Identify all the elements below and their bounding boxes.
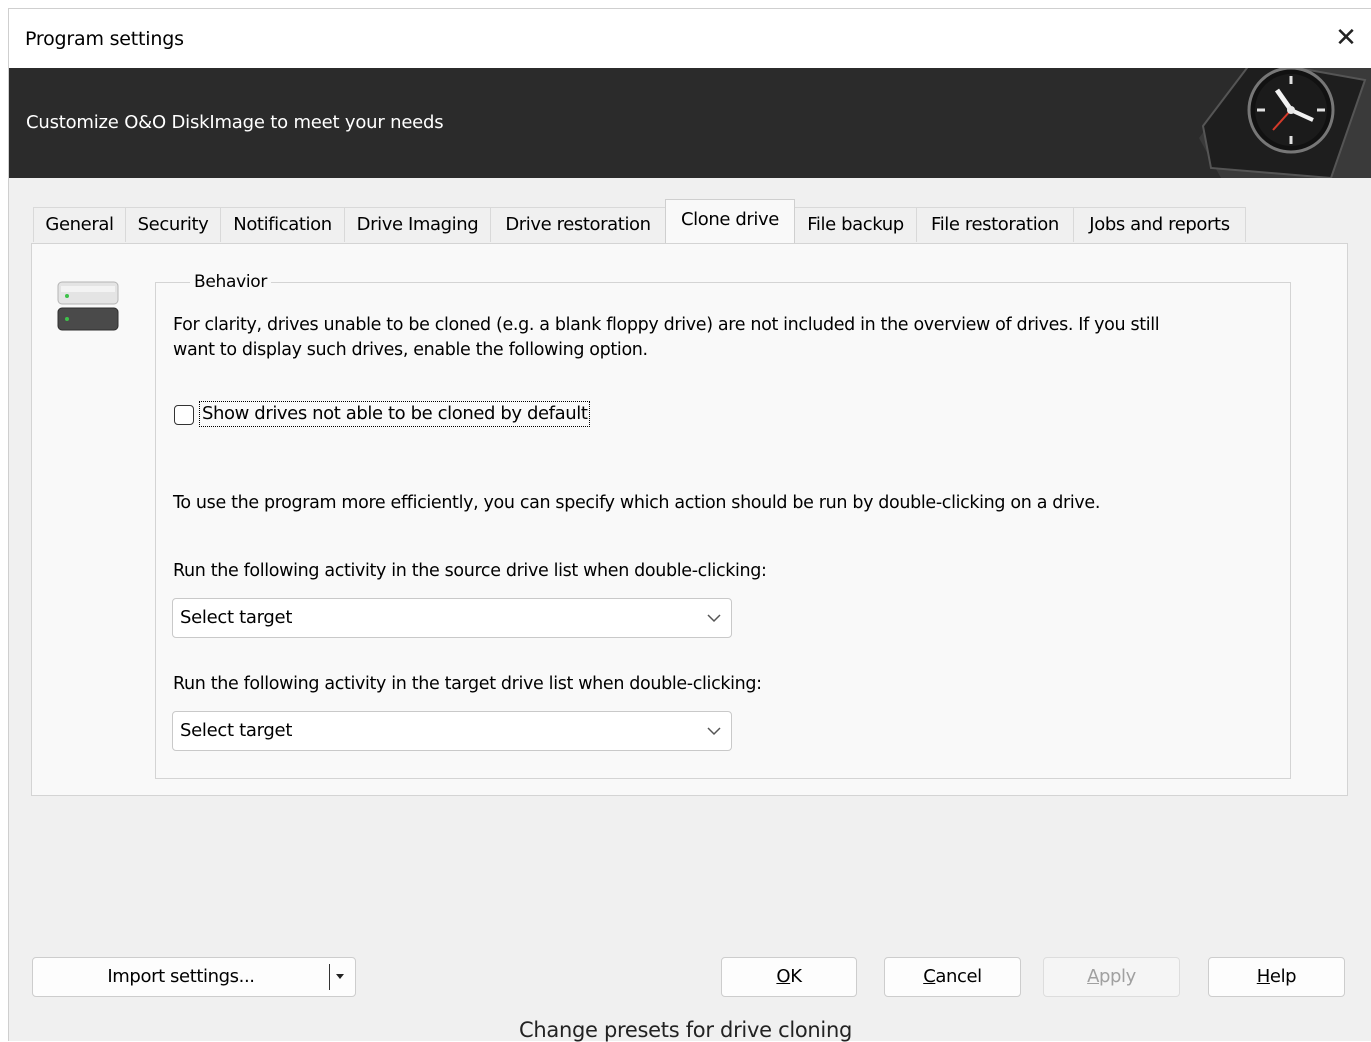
cancel-mnemonic: C	[923, 966, 936, 987]
efficiency-text: To use the program more efficiently, you…	[173, 493, 1101, 513]
source-action-value: Select target	[180, 607, 293, 628]
close-icon[interactable]: ✕	[1331, 23, 1361, 53]
help-label-rest: elp	[1269, 966, 1297, 987]
chevron-down-icon	[707, 727, 721, 736]
source-action-dropdown[interactable]: Select target	[172, 598, 732, 638]
help-mnemonic: H	[1256, 966, 1271, 987]
title-bar: Program settings ✕	[9, 9, 1371, 69]
tab-notification[interactable]: Notification	[220, 207, 345, 242]
info-text-line2: want to display such drives, enable the …	[173, 340, 648, 360]
apply-button[interactable]: Apply	[1043, 957, 1180, 997]
tab-general[interactable]: General	[33, 207, 126, 242]
window-title: Program settings	[25, 28, 184, 50]
drive-icon	[57, 281, 119, 331]
target-action-dropdown[interactable]: Select target	[172, 711, 732, 751]
tab-file-restoration[interactable]: File restoration	[916, 207, 1074, 242]
clock-icon	[1199, 68, 1371, 178]
program-settings-dialog: Program settings ✕ Customize O&O DiskIma…	[8, 8, 1371, 1041]
tab-file-backup[interactable]: File backup	[794, 207, 917, 242]
tab-drive-imaging[interactable]: Drive Imaging	[344, 207, 491, 242]
target-action-value: Select target	[180, 720, 293, 741]
info-text-line1: For clarity, drives unable to be cloned …	[173, 315, 1160, 335]
tab-clone-drive[interactable]: Clone drive	[665, 199, 795, 243]
show-drives-checkbox-label[interactable]: Show drives not able to be cloned by def…	[198, 401, 591, 427]
import-settings-button[interactable]: Import settings...	[32, 957, 356, 997]
figure-caption: Change presets for drive cloning	[519, 1018, 852, 1042]
ok-label-rest: K	[790, 966, 802, 987]
help-button[interactable]: Help	[1208, 957, 1345, 997]
apply-mnemonic: A	[1087, 966, 1099, 987]
behavior-legend: Behavior	[190, 272, 272, 292]
chevron-down-icon	[707, 614, 721, 623]
import-settings-label: Import settings...	[107, 966, 255, 987]
header-banner: Customize O&O DiskImage to meet your nee…	[9, 68, 1371, 178]
cancel-label-rest: ancel	[935, 966, 982, 987]
clone-drive-panel: Behavior For clarity, drives unable to b…	[31, 243, 1348, 796]
ok-button[interactable]: OK	[721, 957, 857, 997]
apply-label-rest: pply	[1099, 966, 1136, 987]
source-list-label: Run the following activity in the source…	[173, 561, 767, 581]
ok-mnemonic: O	[776, 966, 791, 987]
banner-subtitle: Customize O&O DiskImage to meet your nee…	[26, 112, 444, 133]
cancel-button[interactable]: Cancel	[884, 957, 1021, 997]
tab-security[interactable]: Security	[125, 207, 221, 242]
tab-drive-restoration[interactable]: Drive restoration	[490, 207, 666, 242]
target-list-label: Run the following activity in the target…	[173, 674, 762, 694]
tab-jobs-and-reports[interactable]: Jobs and reports	[1073, 207, 1246, 242]
split-separator	[329, 964, 330, 990]
dropdown-arrow-icon[interactable]	[336, 974, 344, 979]
show-drives-checkbox[interactable]	[174, 405, 194, 425]
